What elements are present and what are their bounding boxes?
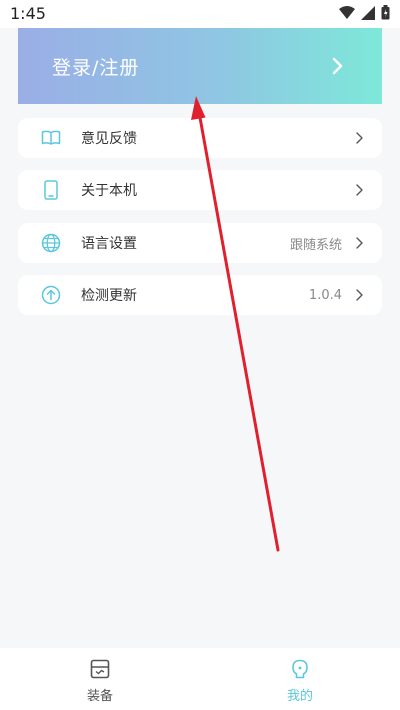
- tab-label: 我的: [286, 689, 313, 704]
- menu-item-feedback[interactable]: 意见反馈: [18, 118, 382, 158]
- chevron-right-icon: [356, 132, 363, 144]
- chevron-right-icon: [356, 184, 363, 196]
- tab-equipment[interactable]: 装备: [0, 648, 200, 710]
- phone-icon: [40, 179, 62, 201]
- chevron-right-icon: [356, 237, 363, 249]
- menu-item-label: 语言设置: [81, 236, 137, 252]
- book-feedback-icon: [40, 127, 62, 149]
- login-register-banner[interactable]: 登录/注册: [18, 28, 382, 104]
- device-box-icon: [90, 659, 110, 679]
- menu-item-value: 1.0.4: [308, 287, 342, 303]
- battery-icon: [381, 5, 390, 20]
- signal-icon: [361, 5, 375, 20]
- menu-item-label: 意见反馈: [81, 131, 137, 147]
- status-icons: [339, 5, 390, 20]
- menu-item-check-update[interactable]: 检测更新 1.0.4: [18, 275, 382, 315]
- chevron-right-icon: [356, 289, 363, 301]
- menu-item-label: 关于本机: [81, 183, 137, 199]
- menu-item-language[interactable]: 语言设置 跟随系统: [18, 223, 382, 263]
- tab-mine[interactable]: 我的: [200, 648, 400, 710]
- profile-icon: [292, 659, 308, 679]
- status-bar: 1:45: [0, 0, 400, 28]
- annotation-arrow: [191, 96, 280, 552]
- menu-item-about-device[interactable]: 关于本机: [18, 170, 382, 210]
- menu-item-value: 跟随系统: [289, 237, 342, 253]
- menu-item-label: 检测更新: [81, 288, 137, 304]
- chevron-right-icon: [332, 57, 343, 75]
- status-time: 1:45: [10, 4, 46, 23]
- tab-label: 装备: [86, 689, 113, 704]
- bottom-tab-bar: 装备 我的: [0, 648, 400, 710]
- wifi-icon: [339, 5, 355, 19]
- globe-icon: [40, 232, 62, 254]
- login-register-label: 登录/注册: [52, 56, 140, 79]
- upload-circle-icon: [40, 284, 62, 306]
